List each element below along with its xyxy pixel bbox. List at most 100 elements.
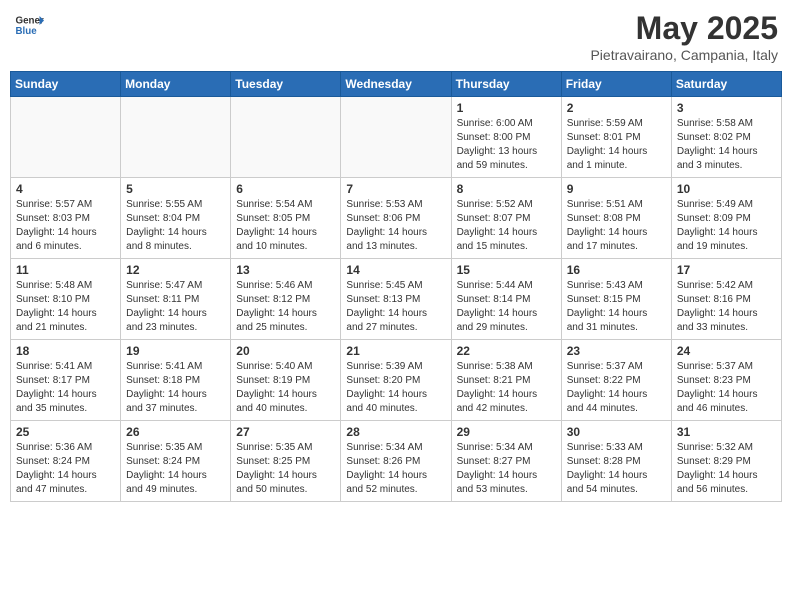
day-info: Sunrise: 5:32 AM Sunset: 8:29 PM Dayligh… [677,441,776,497]
calendar-cell: 2 Sunrise: 5:59 AM Sunset: 8:01 PM Daylig… [561,97,671,178]
day-number: 21 [346,344,445,358]
calendar-cell: 3 Sunrise: 5:58 AM Sunset: 8:02 PM Daylig… [671,97,781,178]
day-number: 12 [126,263,225,277]
day-info: Sunrise: 5:33 AM Sunset: 8:28 PM Dayligh… [567,441,666,497]
calendar-cell: 14Sunrise: 5:45 AM Sunset: 8:13 PM Dayli… [341,259,451,340]
day-number: 7 [346,182,445,196]
day-number: 20 [236,344,335,358]
day-number: 27 [236,425,335,439]
calendar-cell: 11 Sunrise: 5:48 AM Sunset: 8:10 PM Dayli… [11,259,121,340]
calendar-cell: 4 Sunrise: 5:57 AM Sunset: 8:03 PM Daylig… [11,178,121,259]
day-number: 3 [677,101,776,115]
weekday-header-wednesday: Wednesday [341,72,451,97]
calendar-cell [121,97,231,178]
calendar-cell: 13Sunrise: 5:46 AM Sunset: 8:12 PM Dayli… [231,259,341,340]
calendar-cell: 9 Sunrise: 5:51 AM Sunset: 8:08 PM Daylig… [561,178,671,259]
calendar-cell: 12 Sunrise: 5:47 AM Sunset: 8:11 PM Dayli… [121,259,231,340]
day-info: Sunrise: 5:47 AM Sunset: 8:11 PM Dayligh… [126,279,225,335]
day-number: 5 [126,182,225,196]
calendar-cell: 19 Sunrise: 5:41 AM Sunset: 8:18 PM Dayli… [121,340,231,421]
calendar-cell [11,97,121,178]
calendar-cell: 27 Sunrise: 5:35 AM Sunset: 8:25 PM Dayli… [231,421,341,502]
day-number: 2 [567,101,666,115]
calendar-cell: 28Sunrise: 5:34 AM Sunset: 8:26 PM Dayli… [341,421,451,502]
day-info: Sunrise: 5:34 AM Sunset: 8:27 PM Dayligh… [457,441,556,497]
day-info: Sunrise: 5:40 AM Sunset: 8:19 PM Dayligh… [236,360,335,416]
day-info: Sunrise: 5:36 AM Sunset: 8:24 PM Dayligh… [16,441,115,497]
logo: General Blue [14,10,44,40]
calendar-cell: 23 Sunrise: 5:37 AM Sunset: 8:22 PM Dayli… [561,340,671,421]
location: Pietravairano, Campania, Italy [590,47,778,63]
weekday-header-saturday: Saturday [671,72,781,97]
calendar-cell: 20 Sunrise: 5:40 AM Sunset: 8:19 PM Dayli… [231,340,341,421]
day-info: Sunrise: 5:45 AM Sunset: 8:13 PM Dayligh… [346,279,445,335]
day-info: Sunrise: 5:59 AM Sunset: 8:01 PM Dayligh… [567,117,666,173]
calendar-cell: 10 Sunrise: 5:49 AM Sunset: 8:09 PM Dayli… [671,178,781,259]
day-info: Sunrise: 5:46 AM Sunset: 8:12 PM Dayligh… [236,279,335,335]
month-title: May 2025 [590,10,778,47]
calendar-cell: 31Sunrise: 5:32 AM Sunset: 8:29 PM Dayli… [671,421,781,502]
calendar-cell: 25 Sunrise: 5:36 AM Sunset: 8:24 PM Dayli… [11,421,121,502]
weekday-header-thursday: Thursday [451,72,561,97]
day-info: Sunrise: 5:41 AM Sunset: 8:18 PM Dayligh… [126,360,225,416]
calendar-cell: 26Sunrise: 5:35 AM Sunset: 8:24 PM Dayli… [121,421,231,502]
day-info: Sunrise: 5:51 AM Sunset: 8:08 PM Dayligh… [567,198,666,254]
day-info: Sunrise: 5:43 AM Sunset: 8:15 PM Dayligh… [567,279,666,335]
weekday-header-friday: Friday [561,72,671,97]
calendar-week-2: 4 Sunrise: 5:57 AM Sunset: 8:03 PM Daylig… [11,178,782,259]
calendar-week-5: 25 Sunrise: 5:36 AM Sunset: 8:24 PM Dayli… [11,421,782,502]
calendar-cell: 29 Sunrise: 5:34 AM Sunset: 8:27 PM Dayli… [451,421,561,502]
day-info: Sunrise: 5:52 AM Sunset: 8:07 PM Dayligh… [457,198,556,254]
day-number: 15 [457,263,556,277]
calendar-cell: 18Sunrise: 5:41 AM Sunset: 8:17 PM Dayli… [11,340,121,421]
day-info: Sunrise: 5:58 AM Sunset: 8:02 PM Dayligh… [677,117,776,173]
day-number: 11 [16,263,115,277]
day-number: 4 [16,182,115,196]
day-number: 16 [567,263,666,277]
day-number: 23 [567,344,666,358]
calendar-cell: 30 Sunrise: 5:33 AM Sunset: 8:28 PM Dayli… [561,421,671,502]
weekday-header-tuesday: Tuesday [231,72,341,97]
day-info: Sunrise: 5:37 AM Sunset: 8:22 PM Dayligh… [567,360,666,416]
weekday-header-monday: Monday [121,72,231,97]
calendar-cell: 21Sunrise: 5:39 AM Sunset: 8:20 PM Dayli… [341,340,451,421]
day-info: Sunrise: 5:35 AM Sunset: 8:24 PM Dayligh… [126,441,225,497]
day-number: 10 [677,182,776,196]
calendar-week-1: 1 Sunrise: 6:00 AM Sunset: 8:00 PM Daylig… [11,97,782,178]
calendar-cell: 22 Sunrise: 5:38 AM Sunset: 8:21 PM Dayli… [451,340,561,421]
day-number: 24 [677,344,776,358]
day-info: Sunrise: 5:48 AM Sunset: 8:10 PM Dayligh… [16,279,115,335]
calendar-table: SundayMondayTuesdayWednesdayThursdayFrid… [10,71,782,502]
day-number: 25 [16,425,115,439]
day-info: Sunrise: 5:38 AM Sunset: 8:21 PM Dayligh… [457,360,556,416]
day-number: 6 [236,182,335,196]
day-number: 9 [567,182,666,196]
title-block: May 2025 Pietravairano, Campania, Italy [590,10,778,63]
calendar-week-3: 11 Sunrise: 5:48 AM Sunset: 8:10 PM Dayli… [11,259,782,340]
calendar-cell: 6 Sunrise: 5:54 AM Sunset: 8:05 PM Daylig… [231,178,341,259]
day-info: Sunrise: 5:49 AM Sunset: 8:09 PM Dayligh… [677,198,776,254]
day-number: 19 [126,344,225,358]
day-info: Sunrise: 5:55 AM Sunset: 8:04 PM Dayligh… [126,198,225,254]
page-header: General Blue May 2025 Pietravairano, Cam… [10,10,782,63]
calendar-cell [341,97,451,178]
svg-text:Blue: Blue [16,26,38,37]
day-info: Sunrise: 5:57 AM Sunset: 8:03 PM Dayligh… [16,198,115,254]
day-number: 30 [567,425,666,439]
day-number: 29 [457,425,556,439]
calendar-cell: 7Sunrise: 5:53 AM Sunset: 8:06 PM Daylig… [341,178,451,259]
calendar-cell: 16 Sunrise: 5:43 AM Sunset: 8:15 PM Dayli… [561,259,671,340]
day-info: Sunrise: 5:42 AM Sunset: 8:16 PM Dayligh… [677,279,776,335]
day-info: Sunrise: 5:35 AM Sunset: 8:25 PM Dayligh… [236,441,335,497]
day-number: 22 [457,344,556,358]
day-number: 8 [457,182,556,196]
calendar-cell: 1 Sunrise: 6:00 AM Sunset: 8:00 PM Daylig… [451,97,561,178]
day-number: 1 [457,101,556,115]
day-info: Sunrise: 5:54 AM Sunset: 8:05 PM Dayligh… [236,198,335,254]
calendar-cell: 5 Sunrise: 5:55 AM Sunset: 8:04 PM Daylig… [121,178,231,259]
day-info: Sunrise: 6:00 AM Sunset: 8:00 PM Dayligh… [457,117,556,173]
calendar-cell [231,97,341,178]
day-info: Sunrise: 5:44 AM Sunset: 8:14 PM Dayligh… [457,279,556,335]
day-number: 17 [677,263,776,277]
day-info: Sunrise: 5:41 AM Sunset: 8:17 PM Dayligh… [16,360,115,416]
